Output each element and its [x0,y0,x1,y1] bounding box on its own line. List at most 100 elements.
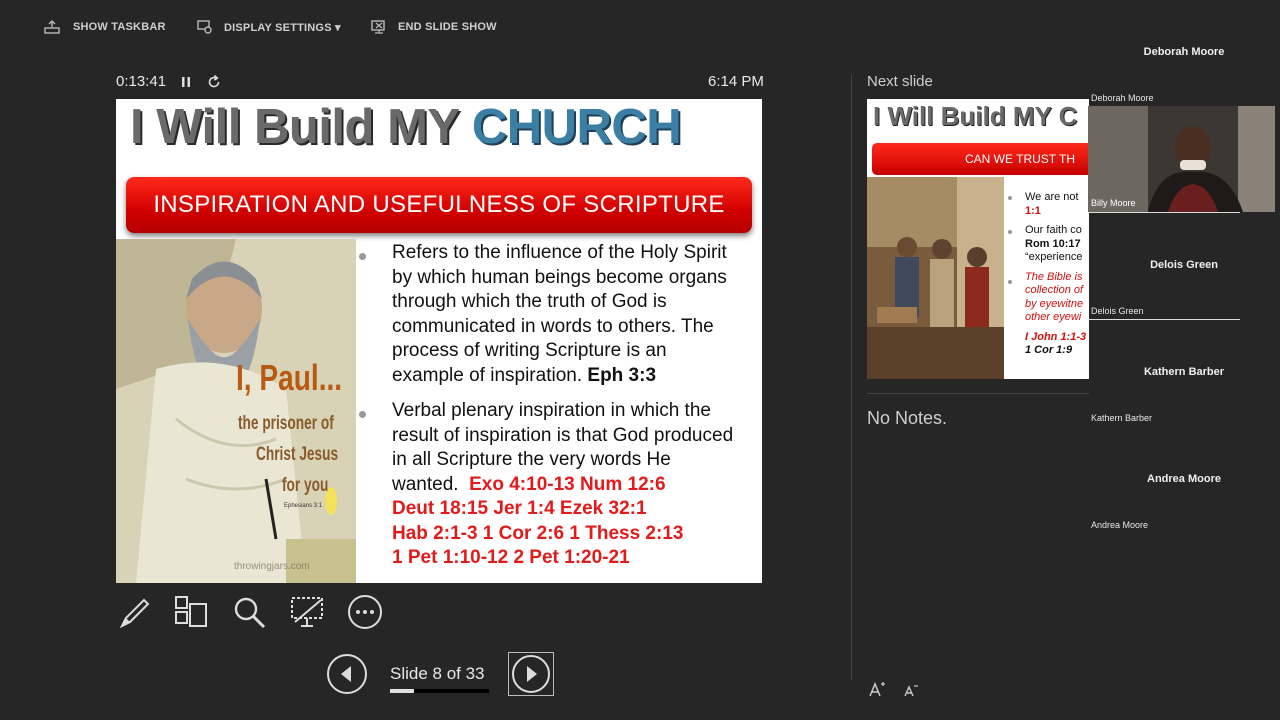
image-caption-4: for you [282,475,329,496]
scripture-refs-4: 1 Pet 1:10-12 2 Pet 1:20-21 [392,547,630,568]
display-settings-label: DISPLAY SETTINGS ▾ [224,21,341,34]
end-slide-show-icon [371,20,385,34]
pause-button[interactable] [178,74,194,90]
bullet-1-last-text: example of inspiration. [392,364,588,386]
participant-name-header: Deborah Moore [1143,46,1225,58]
slide-progress-fill [390,689,414,693]
participant-name-header: Delois Green [1150,259,1218,271]
participant-name-label: Andrea Moore [1091,520,1149,530]
next-slide-line: Our faith co [1025,224,1082,236]
bullet-1-last-line: example of inspiration. Eph 3:3 [392,364,727,389]
speaker-notes[interactable]: No Notes. [867,408,947,429]
participant-name-header: Andrea Moore [1147,473,1221,485]
paul-figure-image [116,239,356,583]
tile-divider [1088,212,1240,213]
bullet-2-line: result of inspiration is that God produc… [392,424,734,446]
next-slide-underline [867,393,1089,394]
restart-timer-button[interactable] [206,74,222,90]
next-slide-title: I Will Build MY C [873,101,1078,131]
image-caption-1: I, Paul... [236,357,343,398]
current-time: 6:14 PM [708,73,764,90]
participant-name-label: Billy Moore [1091,198,1136,208]
zoom-button[interactable] [229,592,269,632]
bullet-1-ref: Eph 3:3 [587,364,657,386]
next-slide-preview[interactable]: I Will Build MY C CAN WE TRUST TH We are… [867,99,1089,379]
show-taskbar-button[interactable]: SHOW TASKBAR [43,14,166,40]
screen-icon [291,597,323,627]
next-slide-banner: CAN WE TRUST TH [872,143,1089,175]
bullet-1-line: Refers to the influence of the Holy Spir… [392,242,727,263]
next-slide-line: “experience [1025,251,1083,263]
next-slide-label: Next slide [867,73,933,90]
decrease-font-button[interactable] [902,681,920,699]
slides-grid-icon [175,596,207,627]
next-slide-red-line: by eyewitne [1025,297,1084,310]
bullet-2: Verbal plenary inspiration in which the … [392,399,733,571]
show-taskbar-icon [44,20,60,34]
participant-name-label: Deborah Moore [1091,93,1154,103]
slideshow-timer: 0:13:41 [116,73,167,90]
increase-font-button[interactable] [868,680,886,698]
next-slide-ref: 1 Cor 1:9 [1025,344,1073,356]
image-watermark: throwingjars.com [234,561,310,572]
next-slide-dot [1008,280,1012,284]
image-caption-ref: Ephesians 3:1 [284,503,323,509]
paul-illustration: I, Paul... the prisoner of Christ Jesus … [116,239,356,583]
display-settings-icon [197,20,212,34]
next-slide-red-line: other eyewi [1025,311,1082,323]
bullet-1: Refers to the influence of the Holy Spir… [392,241,727,388]
bullet-1-line: by which human beings become organs [392,266,727,288]
next-slide-button[interactable] [508,652,554,696]
bullet-2-line: in all Scripture the very words He [392,449,671,470]
previous-slide-button[interactable] [326,653,368,695]
tile-divider [1088,319,1240,320]
participant-name-label: Delois Green [1091,306,1144,316]
next-slide-banner-text: CAN WE TRUST TH [965,152,1076,166]
bullet-1-line: communicated in words to others. The [392,315,714,337]
bullet-dot-1 [359,253,366,260]
pause-icon [182,77,190,87]
zoom-icon [234,597,266,629]
display-settings-button[interactable]: DISPLAY SETTINGS ▾ [196,14,341,40]
slide-progress-track [390,689,489,693]
bullet-2-last-line: wanted. Exo 4:10-13 Num 12:6 [392,473,733,498]
restart-icon [208,74,220,88]
slide-title-part2: CHURCH [471,100,682,154]
next-slide-text: We are not 1:1 Our faith co Rom 10:17 “e… [1025,191,1086,358]
video-tile-billy-moore[interactable]: Billy Moore [1088,106,1275,212]
slide-banner: INSPIRATION AND USEFULNESS OF SCRIPTURE [126,177,752,233]
next-slide-dot [1008,230,1012,234]
image-caption-3: Christ Jesus [256,444,339,465]
participant-name-label: Kathern Barber [1091,413,1153,423]
next-slide-ref: I John 1:1-3 [1025,330,1087,343]
scripture-refs-3: Hab 2:1-3 1 Cor 2:6 1 Thess 2:13 [392,522,684,544]
previous-icon [327,654,367,694]
more-options-button[interactable] [345,592,385,632]
see-all-slides-button[interactable] [171,592,211,632]
black-screen-button[interactable] [287,592,327,632]
scripture-refs-2: Deut 18:15 Jer 1:4 Ezek 32:1 [392,498,647,519]
bullet-2-line: Verbal plenary inspiration in which the [392,400,711,421]
font-increase-icon [869,682,885,697]
next-slide-image [867,177,1004,379]
pane-divider[interactable] [851,75,852,680]
video-feed-image [1088,106,1275,212]
pen-icon [119,598,150,629]
end-slide-show-label: END SLIDE SHOW [398,21,497,33]
more-icon [348,595,382,629]
next-slide-red-line: collection of [1025,284,1084,296]
slide-counter[interactable]: Slide 8 of 33 [390,664,485,684]
bullet-dot-2 [359,411,366,418]
end-slide-show-button[interactable]: END SLIDE SHOW [370,14,497,40]
pen-tool-button[interactable] [114,592,154,632]
next-slide-ref: 1:1 [1025,204,1041,217]
next-slide-ref: Rom 10:17 [1025,237,1081,250]
participant-name-header: Kathern Barber [1143,366,1225,378]
next-icon [512,655,550,693]
image-caption-2: the prisoner of [238,413,334,434]
current-slide[interactable]: I Will Build MY CHURCH INSPIRATION AND U… [116,99,762,583]
bullet-2-last-text: wanted. [392,473,459,495]
next-slide-red-line: The Bible is [1025,270,1083,283]
slide-title-part1: I Will Build MY [130,100,459,154]
font-decrease-icon [904,685,918,697]
